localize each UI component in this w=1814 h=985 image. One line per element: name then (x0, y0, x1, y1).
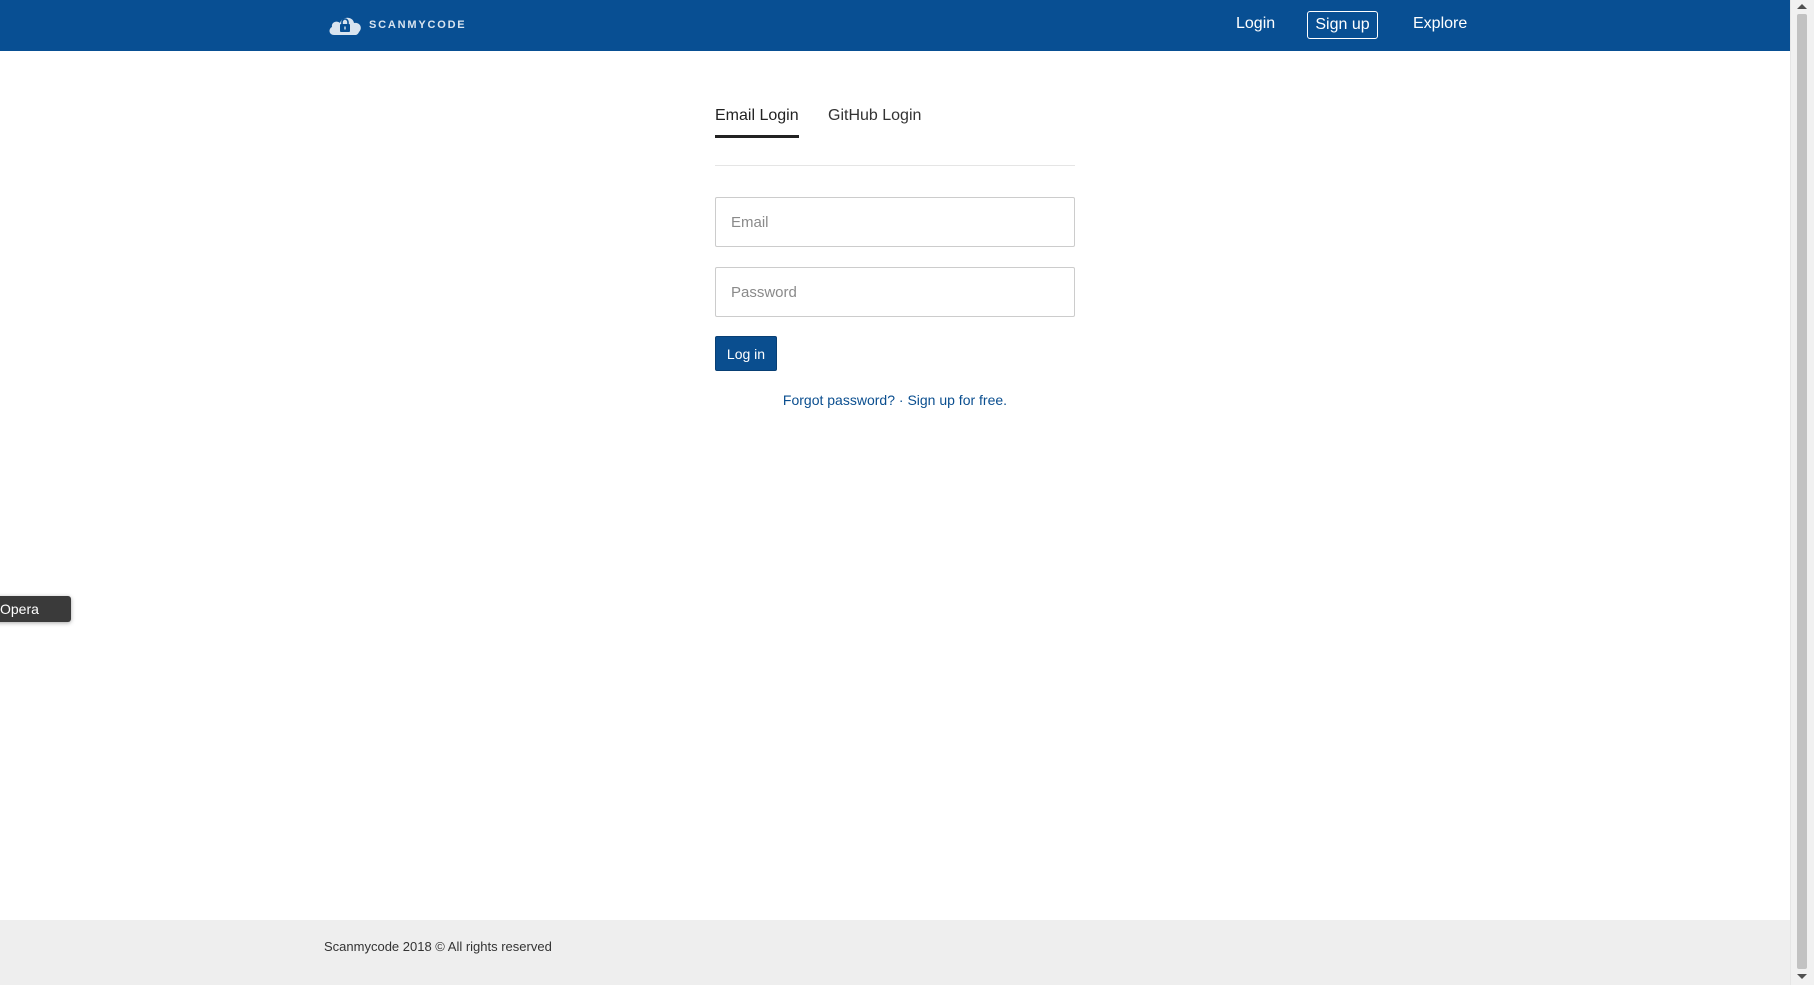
email-input[interactable] (715, 197, 1075, 247)
signup-free-link[interactable]: Sign up for free. (907, 392, 1007, 408)
tab-divider (715, 165, 1075, 166)
forgot-password-link[interactable]: Forgot password? (783, 392, 895, 408)
login-button[interactable]: Log in (715, 336, 777, 371)
nav-login-link[interactable]: Login (1236, 12, 1275, 36)
logo[interactable]: SCANMYCODE (327, 12, 466, 38)
logo-text: SCANMYCODE (369, 19, 467, 31)
opera-tooltip: Opera (0, 596, 71, 622)
auth-links: Forgot password? · Sign up for free. (715, 390, 1075, 410)
link-separator: · (894, 392, 908, 408)
top-navbar: SCANMYCODE Login Sign up Explore (0, 0, 1790, 51)
nav-signup-button[interactable]: Sign up (1307, 11, 1378, 39)
scrollbar-thumb[interactable] (1797, 14, 1807, 969)
page: SCANMYCODE Login Sign up Explore Email L… (0, 0, 1814, 985)
vertical-scrollbar[interactable] (1790, 0, 1814, 985)
footer: Scanmycode 2018 © All rights reserved (0, 920, 1790, 985)
tab-github-login[interactable]: GitHub Login (828, 104, 921, 135)
nav-explore-link[interactable]: Explore (1413, 12, 1467, 36)
footer-copyright: Scanmycode 2018 © All rights reserved (324, 939, 552, 954)
scroll-down-arrow-icon[interactable] (1797, 974, 1807, 979)
scroll-up-arrow-icon[interactable] (1797, 4, 1807, 9)
tab-email-login[interactable]: Email Login (715, 104, 799, 138)
cloud-lock-icon (329, 17, 361, 35)
password-input[interactable] (715, 267, 1075, 317)
